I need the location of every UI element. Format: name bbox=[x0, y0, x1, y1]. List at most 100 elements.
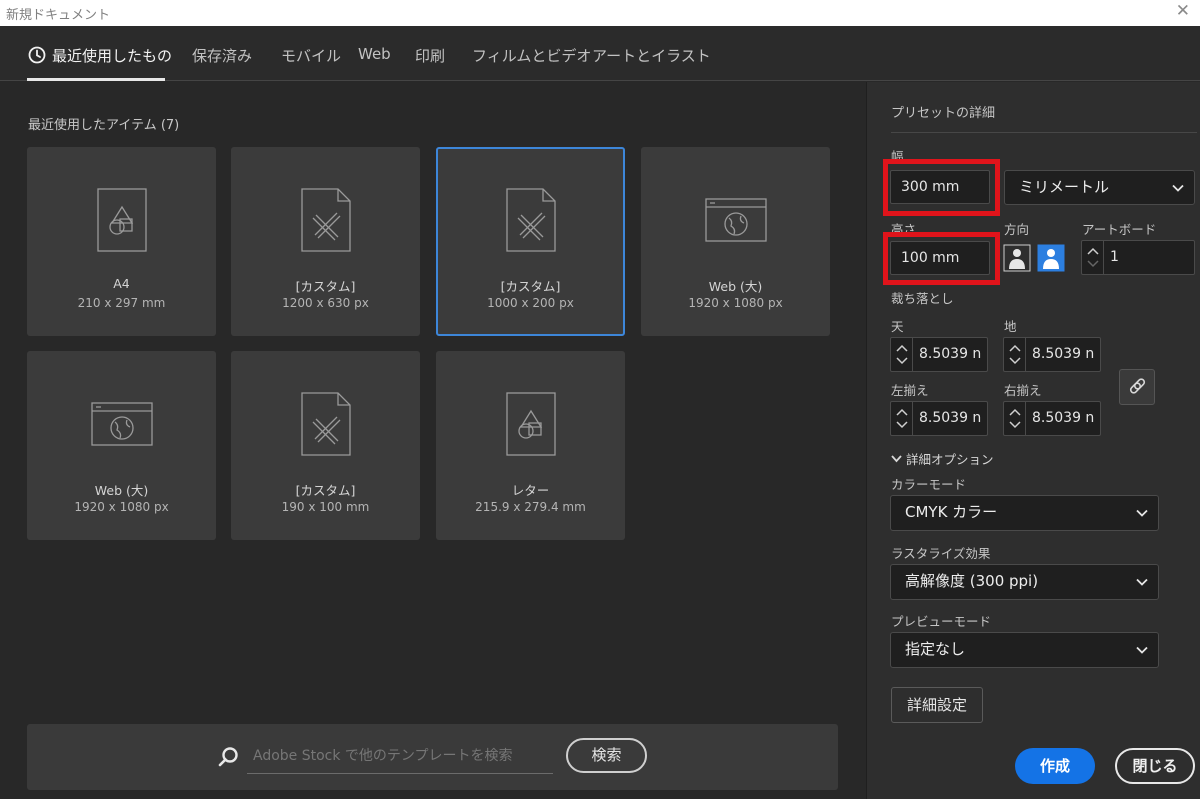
raster-effects-value: 高解像度 (300 ppi) bbox=[905, 572, 1039, 590]
bleed-bottom-value: 8.5039 n bbox=[1032, 346, 1095, 362]
document-shapes-icon bbox=[96, 188, 147, 252]
preview-mode-label: プレビューモード bbox=[891, 614, 992, 629]
stepper-arrows[interactable] bbox=[1082, 241, 1104, 274]
search-icon bbox=[218, 747, 238, 767]
raster-effects-label: ラスタライズ効果 bbox=[891, 546, 991, 561]
create-button[interactable]: 作成 bbox=[1015, 748, 1095, 784]
preset-card-a4[interactable]: A4 210 x 297 mm bbox=[27, 147, 216, 336]
stepper-arrows-icon bbox=[1009, 408, 1021, 429]
recent-items-count: (7) bbox=[160, 118, 180, 133]
recent-items-area: 最近使用したアイテム (7) A4 210 x 297 mm [カスタム] 12… bbox=[0, 82, 866, 799]
category-tabs: 最近使用したもの 保存済み モバイル Web 印刷 フィルムとビデオ アートとイ… bbox=[0, 26, 1200, 81]
preset-details-panel: プリセットの詳細 幅 300 mm ミリメートル 高さ 方向 アートボード 10… bbox=[866, 82, 1200, 799]
stepper-arrows-icon bbox=[1087, 247, 1099, 268]
chevron-down-icon bbox=[891, 455, 902, 463]
artboard-value: 1 bbox=[1110, 249, 1119, 265]
active-tab-indicator bbox=[27, 78, 165, 81]
chevron-down-icon bbox=[1136, 509, 1148, 517]
web-globe-icon bbox=[90, 402, 153, 446]
preset-card-letter[interactable]: レター 215.9 x 279.4 mm bbox=[436, 351, 625, 540]
landscape-orientation-icon[interactable] bbox=[1037, 244, 1065, 272]
link-bleed-button[interactable] bbox=[1119, 369, 1155, 405]
preset-details-heading: プリセットの詳細 bbox=[891, 106, 996, 121]
stepper-arrows-icon bbox=[896, 344, 908, 365]
stepper-arrows[interactable] bbox=[891, 402, 913, 435]
search-button[interactable]: 検索 bbox=[566, 738, 647, 773]
bleed-right-label: 右揃え bbox=[1004, 383, 1042, 398]
stock-search-input[interactable] bbox=[247, 738, 553, 774]
tab-saved[interactable]: 保存済み bbox=[192, 45, 252, 66]
recent-items-title: 最近使用したアイテム bbox=[28, 118, 157, 133]
unit-dropdown[interactable]: ミリメートル bbox=[1004, 170, 1195, 205]
bleed-right-value: 8.5039 n bbox=[1032, 410, 1095, 426]
tab-print[interactable]: 印刷 bbox=[415, 45, 445, 66]
color-mode-value: CMYK カラー bbox=[905, 503, 998, 521]
bleed-top-value: 8.5039 n bbox=[919, 346, 982, 362]
bleed-top-label: 天 bbox=[891, 319, 904, 334]
preset-card-web-large[interactable]: Web (大) 1920 x 1080 px bbox=[27, 351, 216, 540]
preset-name: A4 bbox=[113, 276, 130, 291]
more-settings-button[interactable]: 詳細設定 bbox=[891, 687, 983, 723]
color-mode-label: カラーモード bbox=[891, 477, 967, 492]
bleed-label: 裁ち落とし bbox=[891, 291, 954, 306]
stepper-arrows[interactable] bbox=[1004, 402, 1026, 435]
artboard-label: アートボード bbox=[1082, 222, 1157, 237]
tab-mobile[interactable]: モバイル bbox=[281, 45, 341, 66]
preset-card-custom-selected[interactable]: [カスタム] 1000 x 200 px bbox=[436, 147, 625, 336]
advanced-options-toggle[interactable]: 詳細オプション bbox=[891, 449, 994, 468]
bleed-left-stepper[interactable]: 8.5039 n bbox=[890, 401, 988, 436]
preset-size: 215.9 x 279.4 mm bbox=[475, 500, 586, 514]
window-title: 新規ドキュメント bbox=[6, 8, 111, 23]
document-pencil-ruler-icon bbox=[505, 188, 556, 252]
bleed-top-stepper[interactable]: 8.5039 n bbox=[890, 337, 988, 372]
preset-name: Web (大) bbox=[708, 279, 763, 294]
stepper-arrows[interactable] bbox=[891, 338, 913, 371]
window-close-icon[interactable]: ✕ bbox=[1176, 1, 1190, 21]
orientation-label: 方向 bbox=[1004, 222, 1030, 237]
stepper-arrows-icon bbox=[1009, 344, 1021, 365]
color-mode-dropdown[interactable]: CMYK カラー bbox=[890, 495, 1159, 531]
close-button[interactable]: 閉じる bbox=[1115, 748, 1195, 784]
preset-name: Web (大) bbox=[94, 483, 149, 498]
preset-size: 1200 x 630 px bbox=[282, 296, 369, 310]
link-icon bbox=[1129, 378, 1146, 394]
tab-film-video[interactable]: フィルムとビデオ bbox=[472, 45, 591, 66]
document-shapes-icon bbox=[505, 392, 556, 456]
chevron-down-icon bbox=[1136, 646, 1148, 654]
preview-mode-dropdown[interactable]: 指定なし bbox=[890, 632, 1159, 668]
preset-name: レター bbox=[511, 483, 550, 498]
web-globe-icon bbox=[704, 198, 767, 242]
portrait-orientation-icon[interactable] bbox=[1003, 244, 1031, 272]
bleed-left-label: 左揃え bbox=[891, 383, 929, 398]
preset-card-custom[interactable]: [カスタム] 1200 x 630 px bbox=[231, 147, 420, 336]
preset-size: 1920 x 1080 px bbox=[74, 500, 169, 514]
stepper-arrows-icon bbox=[896, 408, 908, 429]
document-pencil-ruler-icon bbox=[300, 188, 351, 252]
bleed-bottom-stepper[interactable]: 8.5039 n bbox=[1003, 337, 1101, 372]
bleed-right-stepper[interactable]: 8.5039 n bbox=[1003, 401, 1101, 436]
highlight-box bbox=[883, 159, 1000, 216]
document-pencil-ruler-icon bbox=[300, 392, 351, 456]
stock-search-bar: 検索 bbox=[27, 724, 838, 790]
preset-size: 1920 x 1080 px bbox=[688, 296, 783, 310]
tab-art-illustration[interactable]: アートとイラスト bbox=[592, 45, 711, 66]
highlight-box bbox=[883, 232, 1000, 285]
raster-effects-dropdown[interactable]: 高解像度 (300 ppi) bbox=[890, 564, 1159, 600]
preset-size: 210 x 297 mm bbox=[77, 296, 166, 310]
bleed-bottom-label: 地 bbox=[1004, 319, 1017, 334]
preset-name: [カスタム] bbox=[500, 279, 561, 294]
preset-card-web-large[interactable]: Web (大) 1920 x 1080 px bbox=[641, 147, 830, 336]
chevron-down-icon bbox=[1172, 184, 1184, 192]
stepper-arrows[interactable] bbox=[1004, 338, 1026, 371]
preset-name: [カスタム] bbox=[295, 279, 356, 294]
preset-size: 190 x 100 mm bbox=[281, 500, 370, 514]
tab-recent[interactable]: 最近使用したもの bbox=[28, 45, 172, 66]
artboard-stepper[interactable]: 1 bbox=[1081, 240, 1195, 275]
preset-name: [カスタム] bbox=[295, 483, 356, 498]
chevron-down-icon bbox=[1136, 578, 1148, 586]
bleed-left-value: 8.5039 n bbox=[919, 410, 982, 426]
clock-icon bbox=[28, 46, 46, 64]
preset-card-custom[interactable]: [カスタム] 190 x 100 mm bbox=[231, 351, 420, 540]
tab-web[interactable]: Web bbox=[358, 45, 391, 63]
tab-label: 最近使用したもの bbox=[52, 47, 173, 65]
